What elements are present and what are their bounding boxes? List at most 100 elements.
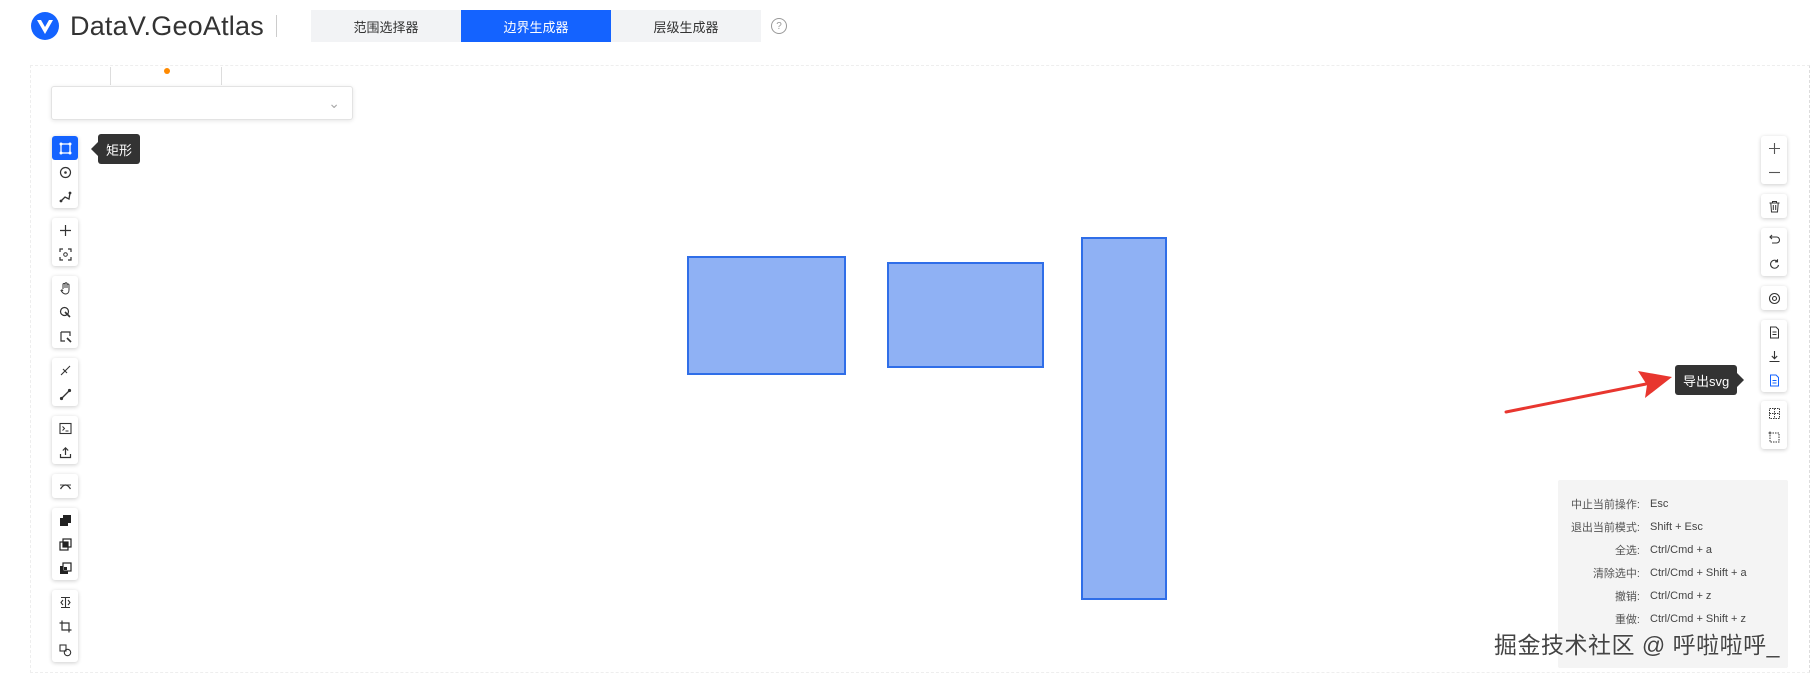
region-select[interactable]: ⌄ — [51, 86, 353, 120]
shortcut-label: 清除选中: — [1592, 567, 1640, 580]
app-title: DataV.GeoAtlas — [70, 10, 264, 41]
select-tool-group — [1761, 401, 1787, 449]
crop-icon — [59, 620, 71, 632]
chevron-down-icon: ⌄ — [328, 95, 340, 111]
undo-button[interactable] — [1761, 228, 1787, 252]
union-icon — [59, 514, 71, 526]
edit-tool-group — [52, 276, 78, 348]
select-box-tool[interactable] — [52, 324, 78, 348]
difference-icon — [59, 561, 72, 574]
circle-tool[interactable] — [52, 160, 78, 184]
console-tool[interactable] — [52, 416, 78, 440]
pan-tool[interactable] — [52, 276, 78, 300]
help-icon[interactable]: ? — [771, 18, 787, 34]
split-tool[interactable] — [52, 590, 78, 614]
view-tool-group — [52, 218, 78, 266]
rectangle-shape[interactable] — [887, 262, 1044, 368]
redo-button[interactable] — [1761, 252, 1787, 276]
zoom-tool-group — [1761, 136, 1787, 184]
merge-icon — [58, 643, 71, 656]
export-svg-button[interactable] — [1761, 368, 1787, 392]
fit-view-tool[interactable] — [52, 242, 78, 266]
shortcut-keys: Ctrl/Cmd + a — [1650, 543, 1713, 556]
shortcut-label: 退出当前模式: — [1570, 521, 1640, 534]
tab-level-generator[interactable]: 层级生成器 — [611, 10, 761, 42]
top-indicator-strip — [56, 67, 222, 85]
rectangle-tool[interactable] — [52, 136, 78, 160]
zoom-out-button[interactable] — [1761, 160, 1787, 184]
polyline-draw-icon — [59, 191, 71, 202]
shortcut-label: 全选: — [1614, 544, 1640, 557]
io-tool-group — [52, 416, 78, 464]
shortcut-row: 全选: Ctrl/Cmd + a — [1558, 538, 1788, 561]
zoom-in-button[interactable] — [1761, 136, 1787, 160]
strip-divider — [221, 67, 222, 85]
transform-tool-group — [52, 590, 78, 662]
status-dot — [164, 68, 170, 74]
shortcut-keys: Shift + Esc — [1650, 520, 1703, 533]
shortcut-keys: Esc — [1650, 497, 1669, 510]
undo-icon — [1768, 234, 1780, 244]
crop-tool[interactable] — [52, 614, 78, 638]
rectangle-tooltip: 矩形 — [90, 134, 141, 164]
grid-select-icon — [1768, 407, 1780, 419]
circle-icon — [59, 166, 71, 178]
move-tool[interactable] — [52, 218, 78, 242]
delete-icon — [1769, 200, 1779, 212]
watermark-text: 掘金技术社区 @ 呼啦啦呼_ — [1494, 632, 1780, 658]
polyline-tool[interactable] — [52, 184, 78, 208]
shortcut-keys: Ctrl/Cmd + z — [1650, 589, 1712, 602]
rectangle-shape[interactable] — [1081, 237, 1167, 600]
strip-divider — [110, 67, 111, 85]
redo-icon — [1769, 258, 1779, 269]
zoom-out-icon — [1768, 171, 1780, 173]
tab-boundary-generator[interactable]: 边界生成器 — [461, 10, 611, 42]
line-cut-tool[interactable] — [52, 358, 78, 382]
locate-icon — [1768, 292, 1780, 304]
grid-select-button[interactable] — [1761, 401, 1787, 425]
rectangle-shape[interactable] — [687, 256, 846, 375]
upload-tool[interactable] — [52, 440, 78, 464]
line-cut-icon — [60, 365, 70, 375]
bbox-button[interactable] — [1761, 425, 1787, 449]
download-button[interactable] — [1761, 344, 1787, 368]
download-icon — [1769, 350, 1779, 362]
difference-tool[interactable] — [52, 556, 78, 580]
bbox-icon — [1768, 431, 1779, 442]
shortcut-row: 撤销: Ctrl/Cmd + z — [1558, 584, 1788, 607]
select-box-icon — [59, 330, 72, 343]
history-tool-group — [1761, 228, 1787, 276]
annotation-arrow — [1504, 371, 1672, 414]
delete-button[interactable] — [1761, 194, 1787, 218]
intersect-icon — [58, 537, 72, 551]
draw-tool-group — [52, 136, 78, 208]
console-icon — [58, 422, 72, 434]
shortcut-row: 中止当前操作: Esc — [1558, 492, 1788, 515]
shortcut-row: 清除选中: Ctrl/Cmd + Shift + a — [1558, 561, 1788, 584]
zoom-in-icon — [1768, 142, 1780, 154]
fit-view-icon — [58, 247, 72, 261]
split-icon — [59, 596, 71, 608]
shortcut-label: 中止当前操作: — [1570, 498, 1640, 511]
line-tool[interactable] — [52, 382, 78, 406]
mode-tabs: 范围选择器 边界生成器 层级生成器 — [311, 10, 761, 42]
export-svg-icon — [1769, 374, 1779, 386]
tab-range-selector[interactable]: 范围选择器 — [311, 10, 461, 42]
point-edit-tool[interactable] — [52, 300, 78, 324]
export-file-button[interactable] — [1761, 320, 1787, 344]
move-icon — [59, 224, 71, 236]
curve-tool[interactable] — [52, 474, 78, 498]
shortcut-label: 撤销: — [1614, 590, 1640, 603]
logo[interactable]: DataV.GeoAtlas — [28, 10, 277, 42]
boolean-tool-group — [52, 508, 78, 580]
curve-tool-group — [52, 474, 78, 498]
line-tool-group — [52, 358, 78, 406]
upload-icon — [59, 446, 71, 458]
merge-tool[interactable] — [52, 638, 78, 662]
intersect-tool[interactable] — [52, 532, 78, 556]
locate-button[interactable] — [1761, 286, 1787, 310]
rectangle-icon — [59, 142, 71, 154]
shortcut-keys: Ctrl/Cmd + Shift + a — [1650, 566, 1747, 579]
delete-tool-group — [1761, 194, 1787, 218]
union-tool[interactable] — [52, 508, 78, 532]
